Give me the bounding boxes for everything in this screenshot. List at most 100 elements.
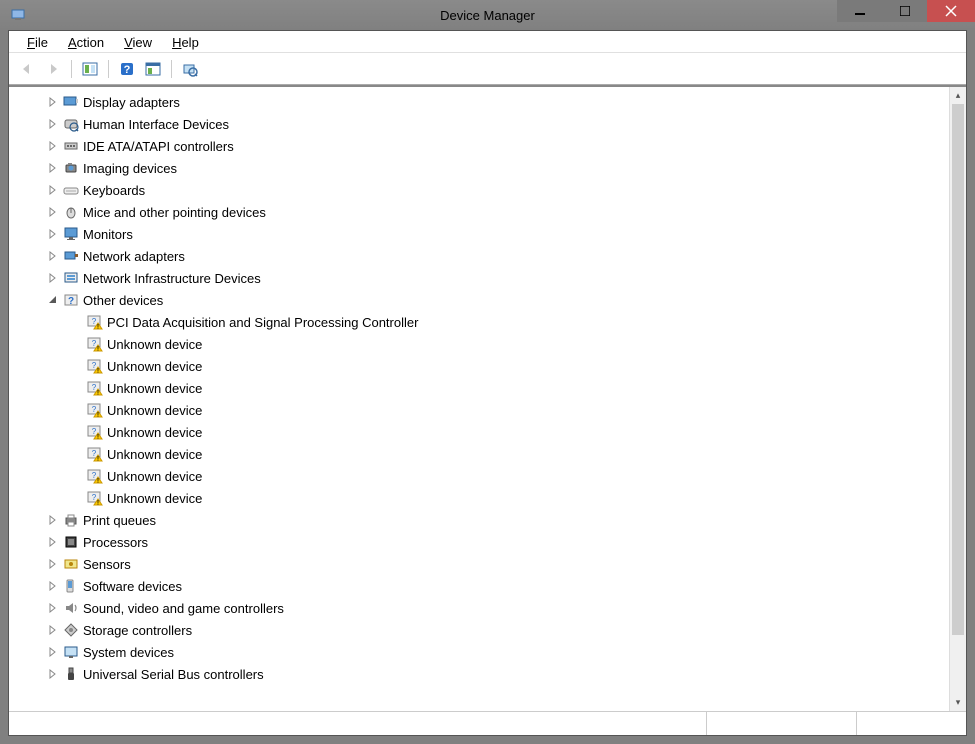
tree-node-label: IDE ATA/ATAPI controllers xyxy=(83,139,234,154)
svg-text:!: ! xyxy=(97,457,99,463)
expand-glyph[interactable] xyxy=(45,600,61,616)
printer-icon xyxy=(63,512,79,528)
menu-action[interactable]: Action xyxy=(58,33,114,52)
tree-node[interactable]: Display adapters xyxy=(9,91,949,113)
svg-text:?: ? xyxy=(124,64,131,76)
tree-child-node[interactable]: ?! Unknown device xyxy=(9,333,949,355)
device-manager-window: Device Manager File Action View Help xyxy=(0,0,975,744)
expand-glyph[interactable] xyxy=(45,116,61,132)
expand-glyph[interactable] xyxy=(45,138,61,154)
tree-child-node[interactable]: ?!Unknown device xyxy=(9,421,949,443)
help-button[interactable]: ? xyxy=(115,57,139,81)
tree-child-node[interactable]: ?!Unknown device xyxy=(9,487,949,509)
toolbar: ? xyxy=(9,53,966,85)
network-icon xyxy=(63,248,79,264)
close-button[interactable] xyxy=(927,0,975,22)
tree-node[interactable]: Human Interface Devices xyxy=(9,113,949,135)
scroll-thumb[interactable] xyxy=(952,104,964,635)
warning-device-icon: ?! xyxy=(87,336,103,352)
tree-child-node[interactable]: ?!Unknown device xyxy=(9,465,949,487)
window-controls xyxy=(837,0,975,22)
expand-glyph[interactable] xyxy=(45,204,61,220)
tree-node[interactable]: ?Other devices xyxy=(9,289,949,311)
scroll-track[interactable] xyxy=(950,104,966,694)
tree-node-label: Mice and other pointing devices xyxy=(83,205,266,220)
tree-child-node[interactable]: ?! PCI Data Acquisition and Signal Proces… xyxy=(9,311,949,333)
expand-glyph[interactable] xyxy=(45,556,61,572)
tree-node[interactable]: Monitors xyxy=(9,223,949,245)
status-bar xyxy=(9,711,966,735)
tree-node-label: Imaging devices xyxy=(83,161,177,176)
warning-device-icon: ?! xyxy=(87,490,103,506)
toolbar-separator xyxy=(108,60,109,78)
software-icon xyxy=(63,578,79,594)
system-icon xyxy=(63,644,79,660)
expand-glyph[interactable] xyxy=(45,644,61,660)
scroll-down-arrow[interactable]: ▾ xyxy=(950,694,966,711)
tree-node[interactable]: Network Infrastructure Devices xyxy=(9,267,949,289)
expand-glyph[interactable] xyxy=(45,512,61,528)
menubar: File Action View Help xyxy=(9,31,966,53)
tree-node[interactable]: Processors xyxy=(9,531,949,553)
expand-glyph[interactable] xyxy=(45,248,61,264)
content-area: Display adapters Human Interface Devices I… xyxy=(9,85,966,711)
warning-device-icon: ?! xyxy=(87,446,103,462)
device-tree[interactable]: Display adapters Human Interface Devices I… xyxy=(9,87,949,711)
expand-glyph[interactable] xyxy=(45,160,61,176)
tree-node[interactable]: Keyboards xyxy=(9,179,949,201)
app-icon xyxy=(10,7,26,23)
expand-glyph[interactable] xyxy=(45,666,61,682)
tree-node[interactable]: Print queues xyxy=(9,509,949,531)
display-adapter-icon xyxy=(63,94,79,110)
properties-icon xyxy=(145,61,161,77)
expand-glyph[interactable] xyxy=(45,270,61,286)
menu-view[interactable]: View xyxy=(114,33,162,52)
vertical-scrollbar[interactable]: ▴ ▾ xyxy=(949,87,966,711)
tree-node[interactable]: Mice and other pointing devices xyxy=(9,201,949,223)
properties-button[interactable] xyxy=(141,57,165,81)
expand-glyph[interactable] xyxy=(45,534,61,550)
tree-node[interactable]: Storage controllers xyxy=(9,619,949,641)
tree-node[interactable]: Universal Serial Bus controllers xyxy=(9,663,949,685)
show-hide-tree-button[interactable] xyxy=(78,57,102,81)
svg-text:!: ! xyxy=(97,369,99,375)
scan-hardware-button[interactable] xyxy=(178,57,202,81)
tree-child-node[interactable]: ?!Unknown device xyxy=(9,399,949,421)
expand-glyph[interactable] xyxy=(45,182,61,198)
titlebar[interactable]: Device Manager xyxy=(0,0,975,30)
tree-child-node[interactable]: ?!Unknown device xyxy=(9,355,949,377)
scroll-up-arrow[interactable]: ▴ xyxy=(950,87,966,104)
expand-glyph[interactable] xyxy=(45,226,61,242)
warning-device-icon: ?! xyxy=(87,380,103,396)
tree-child-node[interactable]: ?!Unknown device xyxy=(9,443,949,465)
tree-child-label: PCI Data Acquisition and Signal Processi… xyxy=(107,315,418,330)
back-button[interactable] xyxy=(15,57,39,81)
tree-child-label: Unknown device xyxy=(107,359,202,374)
tree-node[interactable]: Imaging devices xyxy=(9,157,949,179)
menu-help[interactable]: Help xyxy=(162,33,209,52)
tree-node-label: Keyboards xyxy=(83,183,145,198)
expand-glyph[interactable] xyxy=(45,94,61,110)
help-icon: ? xyxy=(119,61,135,77)
tree-node[interactable]: Software devices xyxy=(9,575,949,597)
processor-icon xyxy=(63,534,79,550)
minimize-button[interactable] xyxy=(837,0,882,22)
tree-node[interactable]: Network adapters xyxy=(9,245,949,267)
maximize-button[interactable] xyxy=(882,0,927,22)
tree-node[interactable]: Sensors xyxy=(9,553,949,575)
tree-child-label: Unknown device xyxy=(107,337,202,352)
tree-child-label: Unknown device xyxy=(107,381,202,396)
expand-glyph[interactable] xyxy=(45,578,61,594)
tree-child-node[interactable]: ?! Unknown device xyxy=(9,377,949,399)
menu-file[interactable]: File xyxy=(17,33,58,52)
tree-node-label: Display adapters xyxy=(83,95,180,110)
svg-text:!: ! xyxy=(97,435,99,441)
forward-button[interactable] xyxy=(41,57,65,81)
expand-glyph[interactable] xyxy=(45,622,61,638)
tree-node[interactable]: Sound, video and game controllers xyxy=(9,597,949,619)
warning-device-icon: ?! xyxy=(87,314,103,330)
tree-node[interactable]: IDE ATA/ATAPI controllers xyxy=(9,135,949,157)
collapse-glyph[interactable] xyxy=(45,292,61,308)
tree-node[interactable]: System devices xyxy=(9,641,949,663)
toolbar-separator xyxy=(171,60,172,78)
